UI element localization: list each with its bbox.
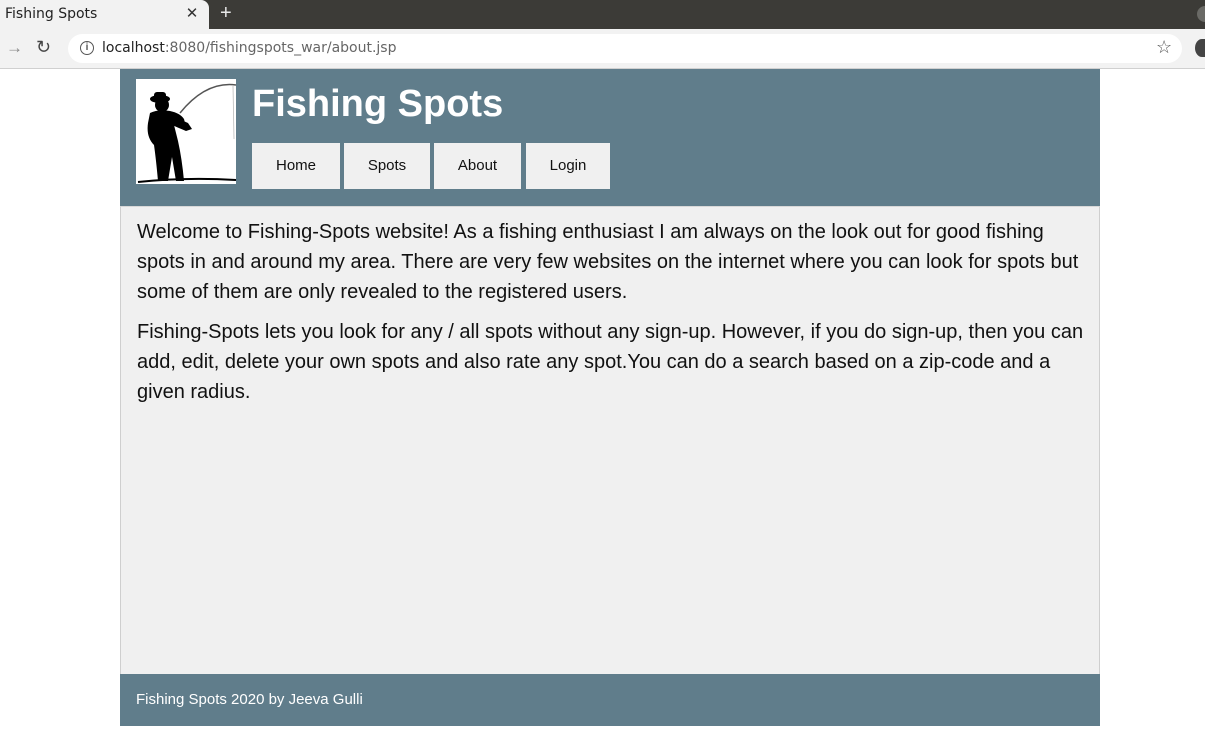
main-content: Welcome to Fishing-Spots website! As a f… xyxy=(120,206,1100,674)
address-bar[interactable]: i localhost:8080/fishingspots_war/about.… xyxy=(68,34,1182,63)
about-paragraph-2: Fishing-Spots lets you look for any / al… xyxy=(137,321,1084,403)
close-icon[interactable]: ✕ xyxy=(185,4,199,22)
info-icon[interactable]: i xyxy=(80,41,94,55)
nav-spots-button[interactable]: Spots xyxy=(344,143,430,189)
profile-icon[interactable] xyxy=(1195,39,1205,57)
browser-toolbar: → ↻ i localhost:8080/fishingspots_war/ab… xyxy=(0,29,1205,69)
tab-title: Fishing Spots xyxy=(5,6,98,22)
about-paragraph-1: Welcome to Fishing-Spots website! As a f… xyxy=(137,221,1079,303)
site-footer: Fishing Spots 2020 by Jeeva Gulli xyxy=(120,674,1100,726)
bookmark-star-icon[interactable]: ☆ xyxy=(1156,37,1172,58)
new-tab-icon[interactable]: + xyxy=(220,2,232,25)
reload-icon[interactable]: ↻ xyxy=(36,37,51,58)
browser-tab[interactable]: Fishing Spots ✕ xyxy=(0,0,209,29)
url-path: :8080/fishingspots_war/about.jsp xyxy=(164,40,397,56)
site-header: Fishing Spots Home Spots About Login xyxy=(120,69,1100,206)
nav-home-button[interactable]: Home xyxy=(252,143,340,189)
fisherman-logo-icon xyxy=(136,79,236,184)
url-host: localhost xyxy=(102,40,165,56)
url-text[interactable]: localhost:8080/fishingspots_war/about.js… xyxy=(102,40,397,56)
window-control-icon[interactable] xyxy=(1197,6,1205,22)
page-container: Fishing Spots Home Spots About Login Wel… xyxy=(120,69,1100,726)
browser-tabstrip: Fishing Spots ✕ + xyxy=(0,0,1205,29)
footer-text: Fishing Spots 2020 by Jeeva Gulli xyxy=(136,691,363,708)
nav-about-button[interactable]: About xyxy=(434,143,521,189)
page-title: Fishing Spots xyxy=(252,83,504,125)
nav-login-button[interactable]: Login xyxy=(526,143,610,189)
back-arrow-icon[interactable]: → xyxy=(6,38,23,58)
